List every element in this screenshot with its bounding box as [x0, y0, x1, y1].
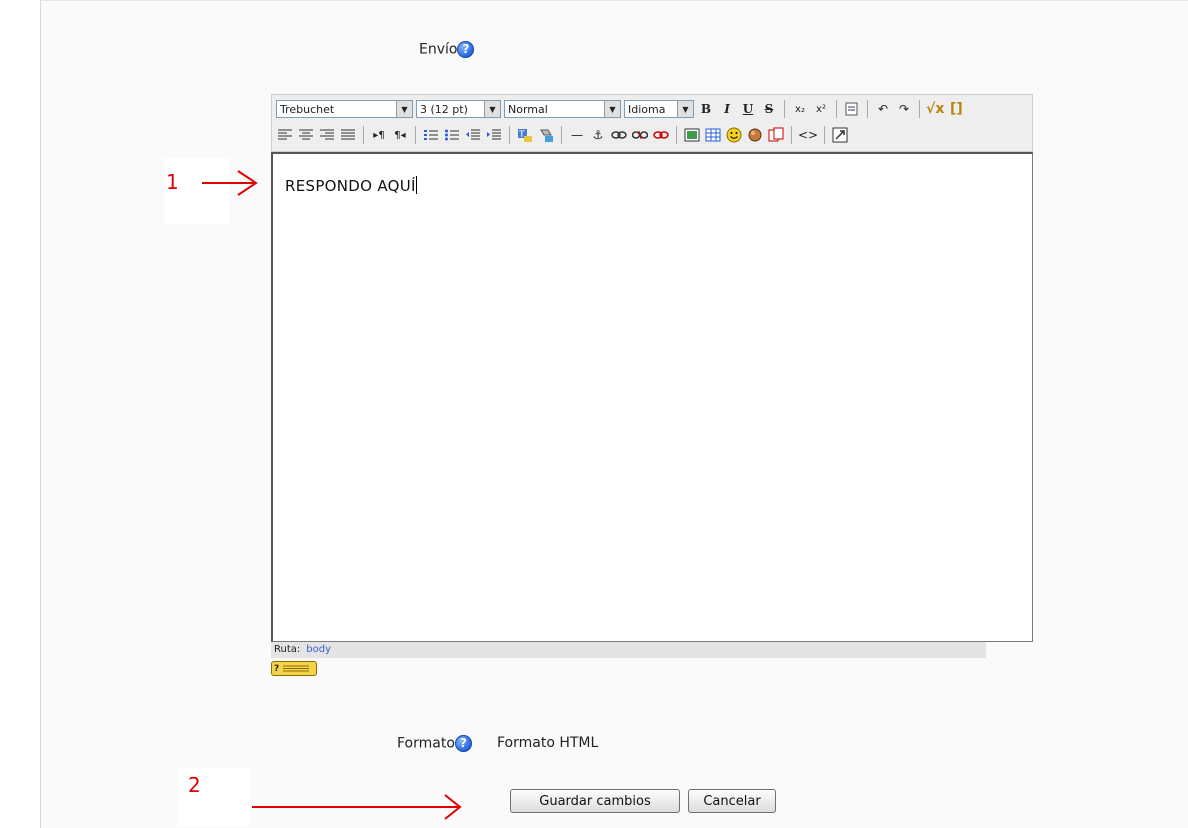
unlink-icon[interactable]: [631, 125, 649, 145]
chevron-down-icon: ▼: [677, 101, 693, 117]
help-icon[interactable]: ?: [457, 41, 475, 58]
superscript-button[interactable]: x²: [812, 99, 830, 119]
outdent-icon[interactable]: [464, 125, 482, 145]
subscript-button[interactable]: x₂: [791, 99, 809, 119]
annotation-arrow-1: [202, 170, 258, 196]
background-color-icon[interactable]: [537, 125, 555, 145]
language-value: Idioma: [628, 102, 666, 116]
font-family-select[interactable]: Trebuchet ▼: [276, 100, 413, 118]
insert-table-icon[interactable]: [704, 125, 722, 145]
bold-button[interactable]: B: [697, 99, 715, 119]
save-changes-button[interactable]: Guardar cambios: [510, 789, 680, 813]
cancel-button[interactable]: Cancelar: [688, 789, 776, 813]
underline-button[interactable]: U: [739, 99, 757, 119]
nolink-button[interactable]: []: [947, 99, 965, 119]
link-icon[interactable]: [610, 125, 628, 145]
chevron-down-icon: ▼: [604, 101, 620, 117]
keyboard-help-icon[interactable]: ?: [271, 661, 317, 676]
toolbar-separator: [791, 126, 792, 144]
search-replace-icon[interactable]: [767, 125, 785, 145]
envio-label-row: Envío?: [419, 41, 475, 58]
align-right-icon[interactable]: [318, 125, 336, 145]
chevron-down-icon: ▼: [484, 101, 500, 117]
editor-text: RESPONDO AQUÍ: [285, 176, 417, 195]
toolbar-separator: [415, 126, 416, 144]
formato-label-row: Formato?: [397, 735, 472, 752]
annotation-number-2: 2: [188, 773, 201, 797]
formato-label: Formato: [397, 735, 455, 752]
svg-text:T: T: [518, 130, 525, 140]
toolbar-row-2: ▸¶ ¶◂ T — ⚓ <>: [276, 124, 849, 146]
toolbar-separator: [919, 100, 920, 118]
toolbar-separator: [824, 126, 826, 144]
nolink-icon[interactable]: [652, 125, 670, 145]
path-label: Ruta:: [274, 644, 301, 655]
indent-icon[interactable]: [485, 125, 503, 145]
annotation-number-1: 1: [166, 170, 179, 194]
chevron-down-icon: ▼: [396, 101, 412, 117]
align-justify-icon[interactable]: [339, 125, 357, 145]
undo-icon[interactable]: ↶: [874, 99, 892, 119]
editor-status-bar: Ruta: body: [271, 642, 986, 658]
help-icon[interactable]: ?: [454, 735, 472, 752]
path-link-body[interactable]: body: [306, 644, 331, 655]
toolbar-separator: [676, 126, 677, 144]
font-size-value: 3 (12 pt): [420, 102, 468, 116]
text-color-icon[interactable]: T: [516, 125, 534, 145]
align-left-icon[interactable]: [276, 125, 294, 145]
toolbar-separator: [784, 100, 785, 118]
toolbar-separator: [363, 126, 364, 144]
font-size-select[interactable]: 3 (12 pt) ▼: [416, 100, 501, 118]
unordered-list-icon[interactable]: [443, 125, 461, 145]
editor-text-content: RESPONDO AQUÍ: [285, 177, 416, 195]
smiley-icon[interactable]: [725, 125, 743, 145]
formato-value: Formato HTML: [497, 735, 599, 751]
font-family-value: Trebuchet: [280, 102, 335, 116]
keyboard-help-glyph: ?: [274, 663, 280, 674]
text-caret: [415, 176, 417, 194]
html-source-button[interactable]: <>: [798, 125, 818, 145]
horizontal-rule-button[interactable]: —: [568, 125, 586, 145]
editor-content-area[interactable]: RESPONDO AQUÍ: [271, 152, 1033, 642]
math-equation-button[interactable]: √x: [926, 99, 944, 119]
envio-label: Envío: [419, 41, 458, 58]
insert-image-icon[interactable]: [683, 125, 701, 145]
strikethrough-button[interactable]: S: [760, 99, 778, 119]
ordered-list-icon[interactable]: [422, 125, 440, 145]
toolbar-separator: [867, 100, 868, 118]
paragraph-value: Normal: [508, 102, 548, 116]
toolbar-separator: [509, 126, 510, 144]
editor-toolbar: Trebuchet ▼ 3 (12 pt) ▼ Normal ▼ Idioma …: [271, 94, 1033, 152]
html-editor: Trebuchet ▼ 3 (12 pt) ▼ Normal ▼ Idioma …: [271, 94, 1033, 676]
fullscreen-icon[interactable]: [831, 125, 849, 145]
italic-button[interactable]: I: [718, 99, 736, 119]
paragraph-select[interactable]: Normal ▼: [504, 100, 621, 118]
anchor-icon[interactable]: ⚓: [589, 125, 607, 145]
special-chars-icon[interactable]: [746, 125, 764, 145]
language-select[interactable]: Idioma ▼: [624, 100, 694, 118]
rtl-icon[interactable]: ¶◂: [391, 125, 409, 145]
align-center-icon[interactable]: [297, 125, 315, 145]
paste-word-icon[interactable]: [843, 99, 861, 119]
redo-icon[interactable]: ↷: [895, 99, 913, 119]
ltr-icon[interactable]: ▸¶: [370, 125, 388, 145]
toolbar-row-1: Trebuchet ▼ 3 (12 pt) ▼ Normal ▼ Idioma …: [276, 98, 965, 120]
toolbar-separator: [836, 100, 837, 118]
annotation-arrow-2: [252, 794, 462, 820]
toolbar-separator: [561, 126, 562, 144]
